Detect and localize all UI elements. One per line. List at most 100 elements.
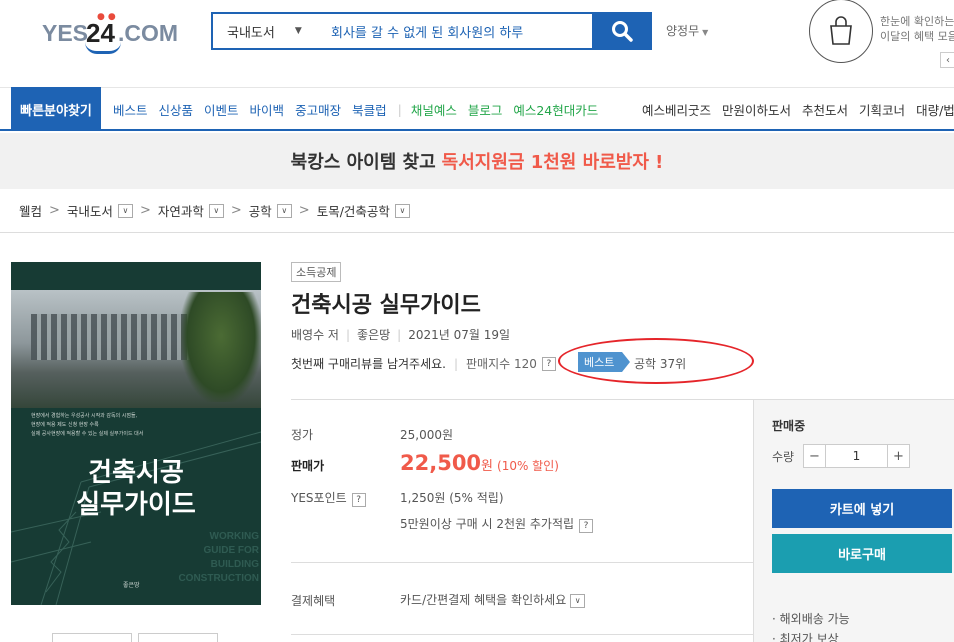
book-meta: 배영수 저 | 좋은땅 | 2021년 07월 19일 xyxy=(291,326,510,343)
cover-thumbnail-tabs xyxy=(52,633,218,642)
chevron-down-icon[interactable]: ∨ xyxy=(117,203,133,218)
logo-text-com: .COM xyxy=(118,20,179,46)
main-nav: 빠른분야찾기 베스트 신상품 이벤트 바이백 중고매장 북클럽 | 채널예스 블… xyxy=(0,87,954,131)
buy-now-button[interactable]: 바로구매 xyxy=(772,534,952,573)
search-input[interactable] xyxy=(323,14,592,48)
cover-english-line: WORKING xyxy=(209,531,259,542)
nav-left-items: 베스트 신상품 이벤트 바이백 중고매장 북클럽 | 채널예스 블로그 예스24… xyxy=(113,88,609,130)
thumbnail-tab[interactable] xyxy=(52,633,132,642)
author-link[interactable]: 배영수 저 xyxy=(291,328,339,342)
cover-english-title: WORKING GUIDE FOR BUILDING CONSTRUCTION xyxy=(149,530,259,586)
sale-price-number: 22,500 xyxy=(400,451,482,475)
nav-item-best[interactable]: 베스트 xyxy=(113,100,148,119)
cover-building xyxy=(31,314,201,360)
search-bar: 국내도서 ▼ xyxy=(211,12,652,50)
breadcrumb-civil-architecture[interactable]: 토목/건축공학 xyxy=(317,201,390,220)
overseas-shipping-note: · 해외배송 가능 xyxy=(772,612,850,626)
breadcrumb-natural-science[interactable]: 자연과학 xyxy=(158,201,204,220)
nav-item-hyundai-card[interactable]: 예스24현대카드 xyxy=(513,100,598,119)
help-icon[interactable]: ? xyxy=(541,356,556,371)
nav-item-goods[interactable]: 예스베리굿즈 xyxy=(642,100,711,119)
nav-item-under-10000[interactable]: 만원이하도서 xyxy=(722,100,791,119)
nav-item-bulk[interactable]: 대량/법 xyxy=(916,100,954,119)
search-button[interactable] xyxy=(592,12,652,50)
bag-icon xyxy=(830,16,852,45)
publish-date: 2021년 07월 19일 xyxy=(408,328,511,342)
price-divider xyxy=(291,562,753,563)
yes-point-label-text: YES포인트 xyxy=(291,491,347,505)
promo-line: 한눈에 확인하는 xyxy=(880,15,954,28)
payment-benefit-dropdown[interactable]: 카드/간편결제 혜택을 확인하세요 ∨ xyxy=(400,591,586,608)
chevron-down-icon: ▼ xyxy=(702,28,709,37)
search-icon xyxy=(612,21,633,42)
chevron-right-icon: > xyxy=(298,203,310,218)
sale-price-label: 판매가 xyxy=(291,459,325,473)
add-to-cart-button[interactable]: 카트에 넣기 xyxy=(772,489,952,528)
book-title: 건축시공 실무가이드 xyxy=(291,293,481,318)
cover-english-line: CONSTRUCTION xyxy=(178,573,259,584)
promo-line: 이달의 혜택 모음 xyxy=(880,30,954,43)
chevron-down-icon[interactable]: ∨ xyxy=(208,203,224,218)
user-name-label: 양정무 xyxy=(666,24,700,38)
monthly-benefit-promo[interactable]: 한눈에 확인하는 이달의 혜택 모음 xyxy=(880,14,954,44)
chevron-right-icon: > xyxy=(139,203,151,218)
nav-item-special-corner[interactable]: 기획코너 xyxy=(859,100,905,119)
banner-text: 북캉스 아이템 찾고 xyxy=(290,152,436,173)
book-cover-image[interactable]: 현장에서 경험하는 우성공사 시작과 감독의 시점들, 현장에 적용 제도 신청… xyxy=(11,262,261,605)
review-prompt-link[interactable]: 첫번째 구매리뷰를 남겨주세요. xyxy=(291,355,446,372)
nav-item-event[interactable]: 이벤트 xyxy=(204,100,239,119)
chevron-down-icon: ▼ xyxy=(294,26,302,36)
yes-point-extra: 5만원이상 구매 시 2천원 추가적립? xyxy=(400,515,594,533)
nav-item-blog[interactable]: 블로그 xyxy=(468,100,503,119)
yes-point-extra-text: 5만원이상 구매 시 2천원 추가적립 xyxy=(400,517,575,531)
chevron-right-icon: > xyxy=(49,203,60,218)
quantity-minus-button[interactable]: − xyxy=(804,445,826,467)
quantity-plus-button[interactable]: + xyxy=(887,445,909,467)
quick-category-button[interactable]: 빠른분야찾기 xyxy=(11,87,101,131)
divider: | xyxy=(397,328,402,342)
cover-subtitle-line: 현장에 적용 제도 신청 현장 수록 xyxy=(31,422,99,428)
sales-index: 판매지수 120 xyxy=(466,357,537,371)
breadcrumb-home[interactable]: 웰컴 xyxy=(19,201,42,220)
chevron-down-icon: ∨ xyxy=(570,593,586,608)
lowest-price-note: · 최저가 보상 xyxy=(772,632,839,642)
search-category-label: 국내도서 xyxy=(227,25,275,41)
yes24-logo[interactable]: ●● YES 24 .COM xyxy=(42,8,182,58)
nav-item-channel-yes[interactable]: 채널예스 xyxy=(411,100,457,119)
divider: | xyxy=(345,328,351,342)
user-menu[interactable]: 양정무 ▼ xyxy=(666,22,708,39)
publisher-link[interactable]: 좋은땅 xyxy=(357,328,390,342)
payment-benefit-label: 결제혜택 xyxy=(291,594,336,608)
promo-banner[interactable]: 북캉스 아이템 찾고 독서지원금 1천원 바로받자 ! xyxy=(0,133,954,189)
help-icon[interactable]: ? xyxy=(579,519,594,533)
product-page: ●● YES 24 .COM 국내도서 ▼ 양정무▼ 한눈에 확인하는 이달의 … xyxy=(0,0,954,642)
price-divider xyxy=(291,634,753,635)
breadcrumb-domestic[interactable]: 국내도서 xyxy=(67,201,113,220)
purchase-box: 판매중 수량 − 1 + 카트에 넣기 바로구매 · 해외배송 가능 · 최저가… xyxy=(753,399,954,642)
help-icon[interactable]: ? xyxy=(351,493,366,507)
payment-benefit-text: 카드/간편결제 혜택을 확인하세요 xyxy=(400,593,567,607)
chevron-down-icon[interactable]: ∨ xyxy=(276,203,292,218)
sale-price-unit: 원 xyxy=(481,459,494,474)
list-price-value: 25,000원 xyxy=(400,428,454,442)
shopping-bag-icon[interactable] xyxy=(809,0,873,63)
search-category-select[interactable]: 국내도서 ▼ xyxy=(213,14,323,48)
breadcrumb-engineering[interactable]: 공학 xyxy=(249,201,272,220)
nav-item-recommended[interactable]: 추천도서 xyxy=(802,100,848,119)
cover-english-line: GUIDE FOR xyxy=(203,545,259,556)
cover-english-line: BUILDING xyxy=(210,559,259,570)
nav-item-bookclub[interactable]: 북클럽 xyxy=(352,100,387,119)
nav-item-new[interactable]: 신상품 xyxy=(159,100,194,119)
cover-subtitle-line: 현장에서 경험하는 우성공사 시작과 감독의 시점들, xyxy=(31,413,138,419)
chevron-left-icon[interactable]: ‹ xyxy=(940,52,954,68)
thumbnail-tab[interactable] xyxy=(138,633,218,642)
sale-status: 판매중 xyxy=(772,419,806,433)
banner-highlight: 독서지원금 1천원 바로받자 ! xyxy=(441,152,664,173)
price-divider xyxy=(291,399,753,400)
chevron-down-icon[interactable]: ∨ xyxy=(394,203,410,218)
nav-item-used-store[interactable]: 중고매장 xyxy=(295,100,341,119)
nav-item-buyback[interactable]: 바이백 xyxy=(250,100,285,119)
quantity-input[interactable]: 1 xyxy=(826,445,887,467)
divider: | xyxy=(453,356,459,371)
review-row: 첫번째 구매리뷰를 남겨주세요. | 판매지수 120 ? xyxy=(291,355,556,372)
